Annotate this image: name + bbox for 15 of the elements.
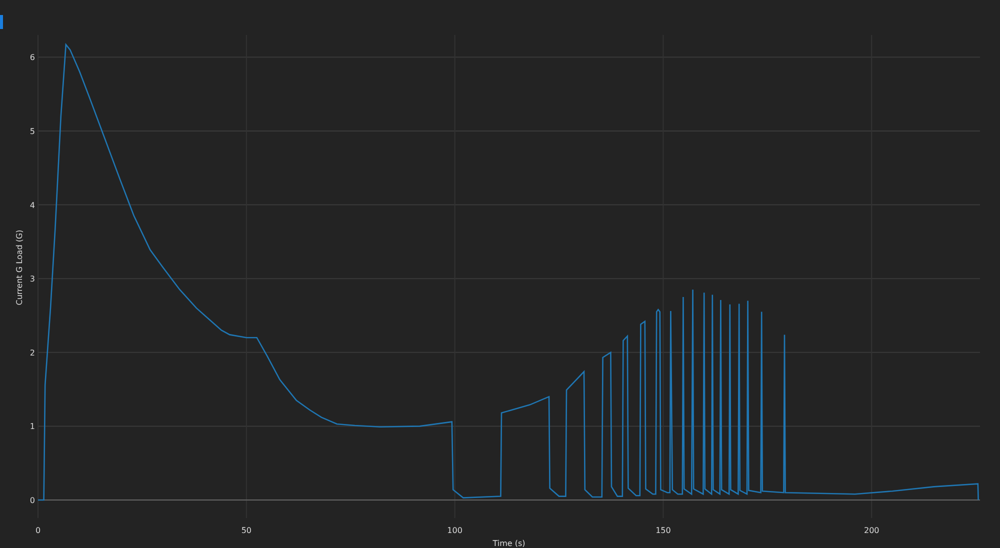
x-tick-label: 200	[864, 526, 880, 535]
y-tick-label: 4	[30, 200, 35, 210]
y-tick-label: 6	[30, 53, 35, 62]
accent-marker	[0, 15, 3, 29]
x-tick-label: 0	[35, 526, 41, 535]
x-axis-title: Time (s)	[492, 539, 526, 548]
y-tick-label: 3	[30, 274, 35, 284]
x-tick-label: 100	[447, 526, 462, 535]
y-tick-label: 1	[30, 422, 35, 432]
x-tick-label: 50	[241, 526, 252, 535]
y-tick-label: 5	[30, 126, 35, 136]
y-tick-label: 2	[30, 348, 35, 358]
x-tick-label: 150	[656, 526, 671, 535]
y-axis-title: Current G Load (G)	[15, 230, 24, 306]
y-tick-label: 0	[30, 496, 35, 505]
